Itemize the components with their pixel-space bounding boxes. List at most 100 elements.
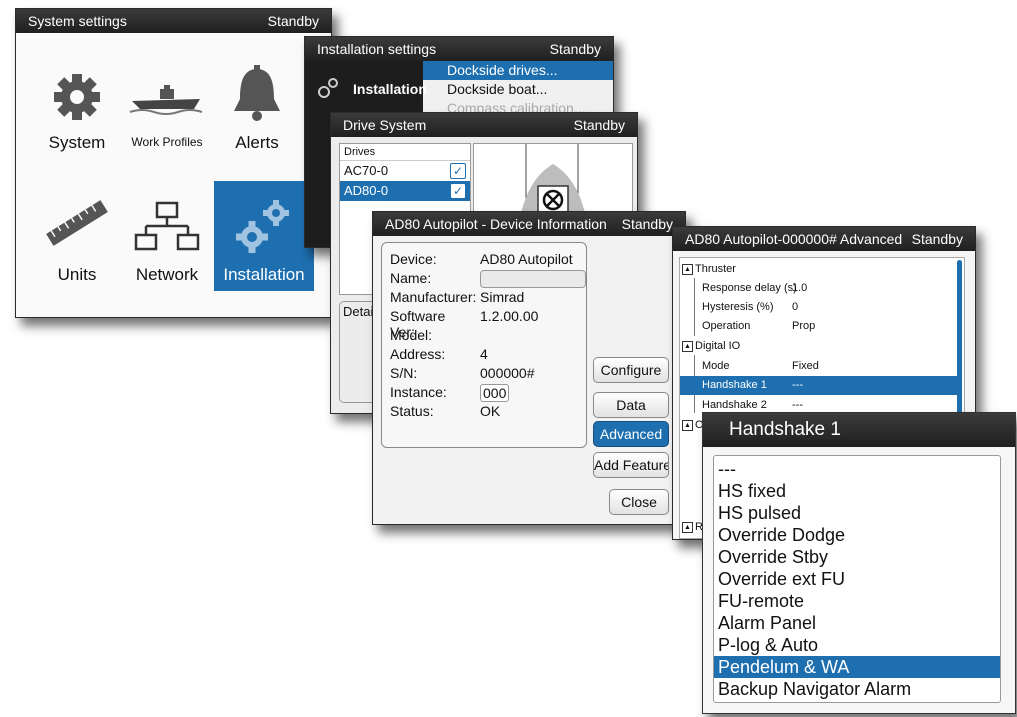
option-pendelum-wa[interactable]: Pendelum & WA <box>714 656 1000 678</box>
field-value: Simrad <box>480 289 525 305</box>
device-information-window: AD80 Autopilot - Device Information Stan… <box>372 211 686 525</box>
add-feature-button[interactable]: Add Feature <box>593 452 669 478</box>
installation-titlebar: Installation settings Standby <box>305 37 613 61</box>
tree-row-hysteresis[interactable]: Hysteresis (%) 0 <box>680 298 962 317</box>
tree-label: Response delay (s) <box>702 282 797 294</box>
collapse-icon[interactable]: ▲ <box>682 419 693 431</box>
data-button[interactable]: Data <box>593 392 669 418</box>
tile-network[interactable]: Network <box>122 181 212 291</box>
drive-row-ad80[interactable]: AD80-0 ✓ <box>340 181 470 201</box>
tree-label: Mode <box>702 360 730 372</box>
handshake-options-list: --- HS fixed HS pulsed Override Dodge Ov… <box>713 455 1001 703</box>
thruster-icon <box>537 185 569 215</box>
tree-label: Handshake 1 <box>702 379 767 391</box>
tree-node-thruster[interactable]: ▲ Thruster <box>680 260 962 279</box>
handshake-titlebar: Handshake 1 <box>703 413 1015 447</box>
dialog-title: Handshake 1 <box>729 419 841 440</box>
tile-alerts[interactable]: Alerts <box>212 49 302 159</box>
tree-row-handshake-1[interactable]: Handshake 1 --- <box>680 376 962 395</box>
drive-row-ac70[interactable]: AC70-0 ✓ <box>340 161 470 181</box>
status-label: Standby <box>267 13 319 29</box>
advanced-titlebar: AD80 Autopilot-000000# Advanced Standby <box>673 227 975 251</box>
collapse-icon[interactable]: ▲ <box>682 340 693 352</box>
drive-name: AD80-0 <box>344 183 389 198</box>
drives-header: Drives <box>340 144 470 161</box>
field-key: Instance: <box>390 384 447 400</box>
tree-value: Fixed <box>792 360 819 372</box>
tree-label: Operation <box>702 320 751 332</box>
tree-label: Digital IO <box>695 340 741 352</box>
option-hs-fixed[interactable]: HS fixed <box>714 480 1000 502</box>
drive-system-titlebar: Drive System Standby <box>331 113 637 137</box>
bell-icon <box>212 59 302 129</box>
option-override-dodge[interactable]: Override Dodge <box>714 524 1000 546</box>
gears-icon <box>214 191 314 261</box>
field-value: 1.2.00.00 <box>480 308 539 324</box>
tile-label: Installation <box>223 265 305 284</box>
scrollbar[interactable] <box>957 260 962 420</box>
instance-input[interactable]: 000 <box>480 384 510 402</box>
field-value: 000000# <box>480 365 535 381</box>
field-key: Name: <box>390 270 432 286</box>
status-label: Standby <box>621 216 673 232</box>
network-icon <box>122 191 212 261</box>
advanced-button[interactable]: Advanced <box>593 421 669 447</box>
collapse-icon[interactable]: ▲ <box>682 521 693 533</box>
option-override-stby[interactable]: Override Stby <box>714 546 1000 568</box>
boat-icon <box>122 59 212 129</box>
window-title: AD80 Autopilot-000000# Advanced <box>685 231 903 247</box>
tile-work-profiles[interactable]: Work Profiles <box>122 49 212 159</box>
field-key: Model: <box>390 327 433 343</box>
tile-label: Network <box>135 265 199 284</box>
tree-value: Prop <box>792 320 816 332</box>
window-title: System settings <box>28 13 127 29</box>
tile-label: Work Profiles <box>131 135 203 149</box>
tree-label: Hysteresis (%) <box>702 301 774 313</box>
installation-menu: Dockside drives... Dockside boat... Comp… <box>423 61 613 118</box>
field-value: AD80 Autopilot <box>480 251 573 267</box>
configure-button[interactable]: Configure <box>593 357 669 383</box>
field-key: Address: <box>390 346 446 362</box>
system-settings-window: System settings Standby System Work Prof… <box>15 8 332 318</box>
tree-node-digital-io[interactable]: ▲ Digital IO <box>680 337 962 356</box>
tree-row-mode[interactable]: Mode Fixed <box>680 357 962 376</box>
option-alarm-panel[interactable]: Alarm Panel <box>714 612 1000 634</box>
field-key: Status: <box>390 403 434 419</box>
tile-installation[interactable]: Installation <box>214 181 314 291</box>
gear-icon <box>32 59 122 129</box>
menu-item-dockside-drives[interactable]: Dockside drives... <box>423 61 613 80</box>
field-key: Manufacturer: <box>390 289 477 305</box>
tile-label: System <box>48 133 106 152</box>
menu-item-dockside-boat[interactable]: Dockside boat... <box>423 80 613 99</box>
option-fu-remote[interactable]: FU-remote <box>714 590 1000 612</box>
option-override-ext-fu[interactable]: Override ext FU <box>714 568 1000 590</box>
tile-label: Units <box>57 265 97 284</box>
name-input[interactable] <box>480 270 586 288</box>
checkbox-checked-icon[interactable]: ✓ <box>450 183 466 199</box>
status-label: Standby <box>911 231 963 247</box>
option-none[interactable]: --- <box>714 458 1000 480</box>
tree-row-operation[interactable]: Operation Prop <box>680 317 962 336</box>
tree-row-response-delay[interactable]: Response delay (s) 1.0 <box>680 279 962 298</box>
option-hs-pulsed[interactable]: HS pulsed <box>714 502 1000 524</box>
device-info-titlebar: AD80 Autopilot - Device Information Stan… <box>373 212 685 236</box>
option-p-log-auto[interactable]: P-log & Auto <box>714 634 1000 656</box>
system-settings-titlebar: System settings Standby <box>16 9 331 33</box>
checkbox-checked-icon[interactable]: ✓ <box>450 163 466 179</box>
collapse-icon[interactable]: ▲ <box>682 263 693 275</box>
field-key: Device: <box>390 251 437 267</box>
window-title: Drive System <box>343 117 427 133</box>
option-backup-navigator-alarm[interactable]: Backup Navigator Alarm <box>714 678 1000 700</box>
device-info-panel: Device: AD80 Autopilot Name: Manufacture… <box>381 242 587 448</box>
tile-system[interactable]: System <box>32 49 122 159</box>
close-button[interactable]: Close <box>609 489 669 515</box>
installation-side-title: Installation <box>353 81 427 97</box>
field-value: OK <box>480 403 501 419</box>
tile-units[interactable]: Units <box>32 181 122 291</box>
tree-value: --- <box>792 379 803 391</box>
field-value: 4 <box>480 346 488 362</box>
tile-label: Alerts <box>235 133 279 152</box>
gears-icon <box>315 75 341 106</box>
drive-name: AC70-0 <box>344 163 389 178</box>
status-label: Standby <box>549 41 601 57</box>
